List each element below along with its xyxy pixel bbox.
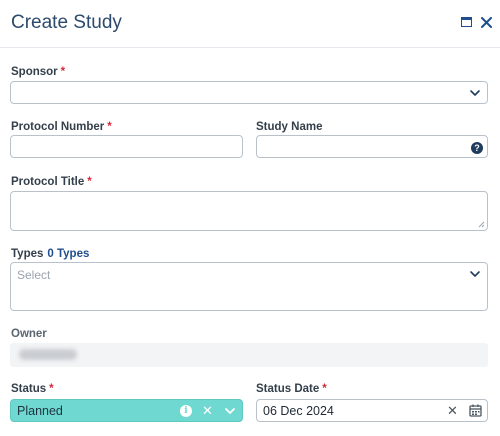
required-mark: * [87, 176, 92, 188]
dialog-title: Create Study [11, 12, 122, 33]
types-label: Types 0 Types [11, 248, 90, 260]
maximize-icon[interactable] [458, 14, 474, 30]
protocol-number-label: Protocol Number * [11, 121, 112, 133]
calendar-icon[interactable] [469, 404, 482, 417]
status-value: Planned [17, 404, 63, 418]
chevron-down-icon [470, 271, 480, 277]
sponsor-select[interactable] [10, 81, 488, 104]
status-date-input[interactable]: 06 Dec 2024 ✕ [256, 399, 488, 422]
required-mark: * [322, 383, 327, 395]
study-name-input[interactable]: ? [256, 135, 488, 158]
owner-value-redacted [19, 349, 77, 360]
protocol-title-textarea[interactable] [10, 191, 488, 231]
required-mark: * [60, 66, 66, 78]
study-name-label: Study Name [256, 121, 323, 133]
chevron-down-icon[interactable] [224, 405, 236, 417]
status-date-label: Status Date * [256, 383, 327, 395]
clear-icon[interactable]: ✕ [202, 404, 213, 417]
status-label: Status * [11, 383, 54, 395]
protocol-number-input[interactable] [10, 135, 243, 158]
status-date-value: 06 Dec 2024 [263, 404, 334, 418]
owner-field [10, 343, 488, 367]
close-icon[interactable] [478, 14, 494, 30]
sponsor-label: Sponsor * [11, 66, 66, 78]
types-multiselect[interactable]: Select [10, 262, 488, 311]
resize-handle-icon[interactable] [478, 221, 485, 228]
types-placeholder: Select [17, 268, 51, 282]
chevron-down-icon [470, 90, 480, 96]
clear-icon[interactable]: ✕ [447, 404, 458, 417]
owner-label: Owner [11, 328, 47, 340]
required-mark: * [49, 383, 54, 395]
protocol-title-label: Protocol Title * [11, 176, 92, 188]
info-icon[interactable]: i [180, 405, 192, 417]
dialog-header: Create Study [0, 0, 500, 48]
status-select[interactable]: Planned i ✕ [10, 399, 243, 422]
types-count: 0 Types [47, 248, 90, 260]
help-icon[interactable]: ? [471, 142, 483, 154]
required-mark: * [107, 121, 112, 133]
